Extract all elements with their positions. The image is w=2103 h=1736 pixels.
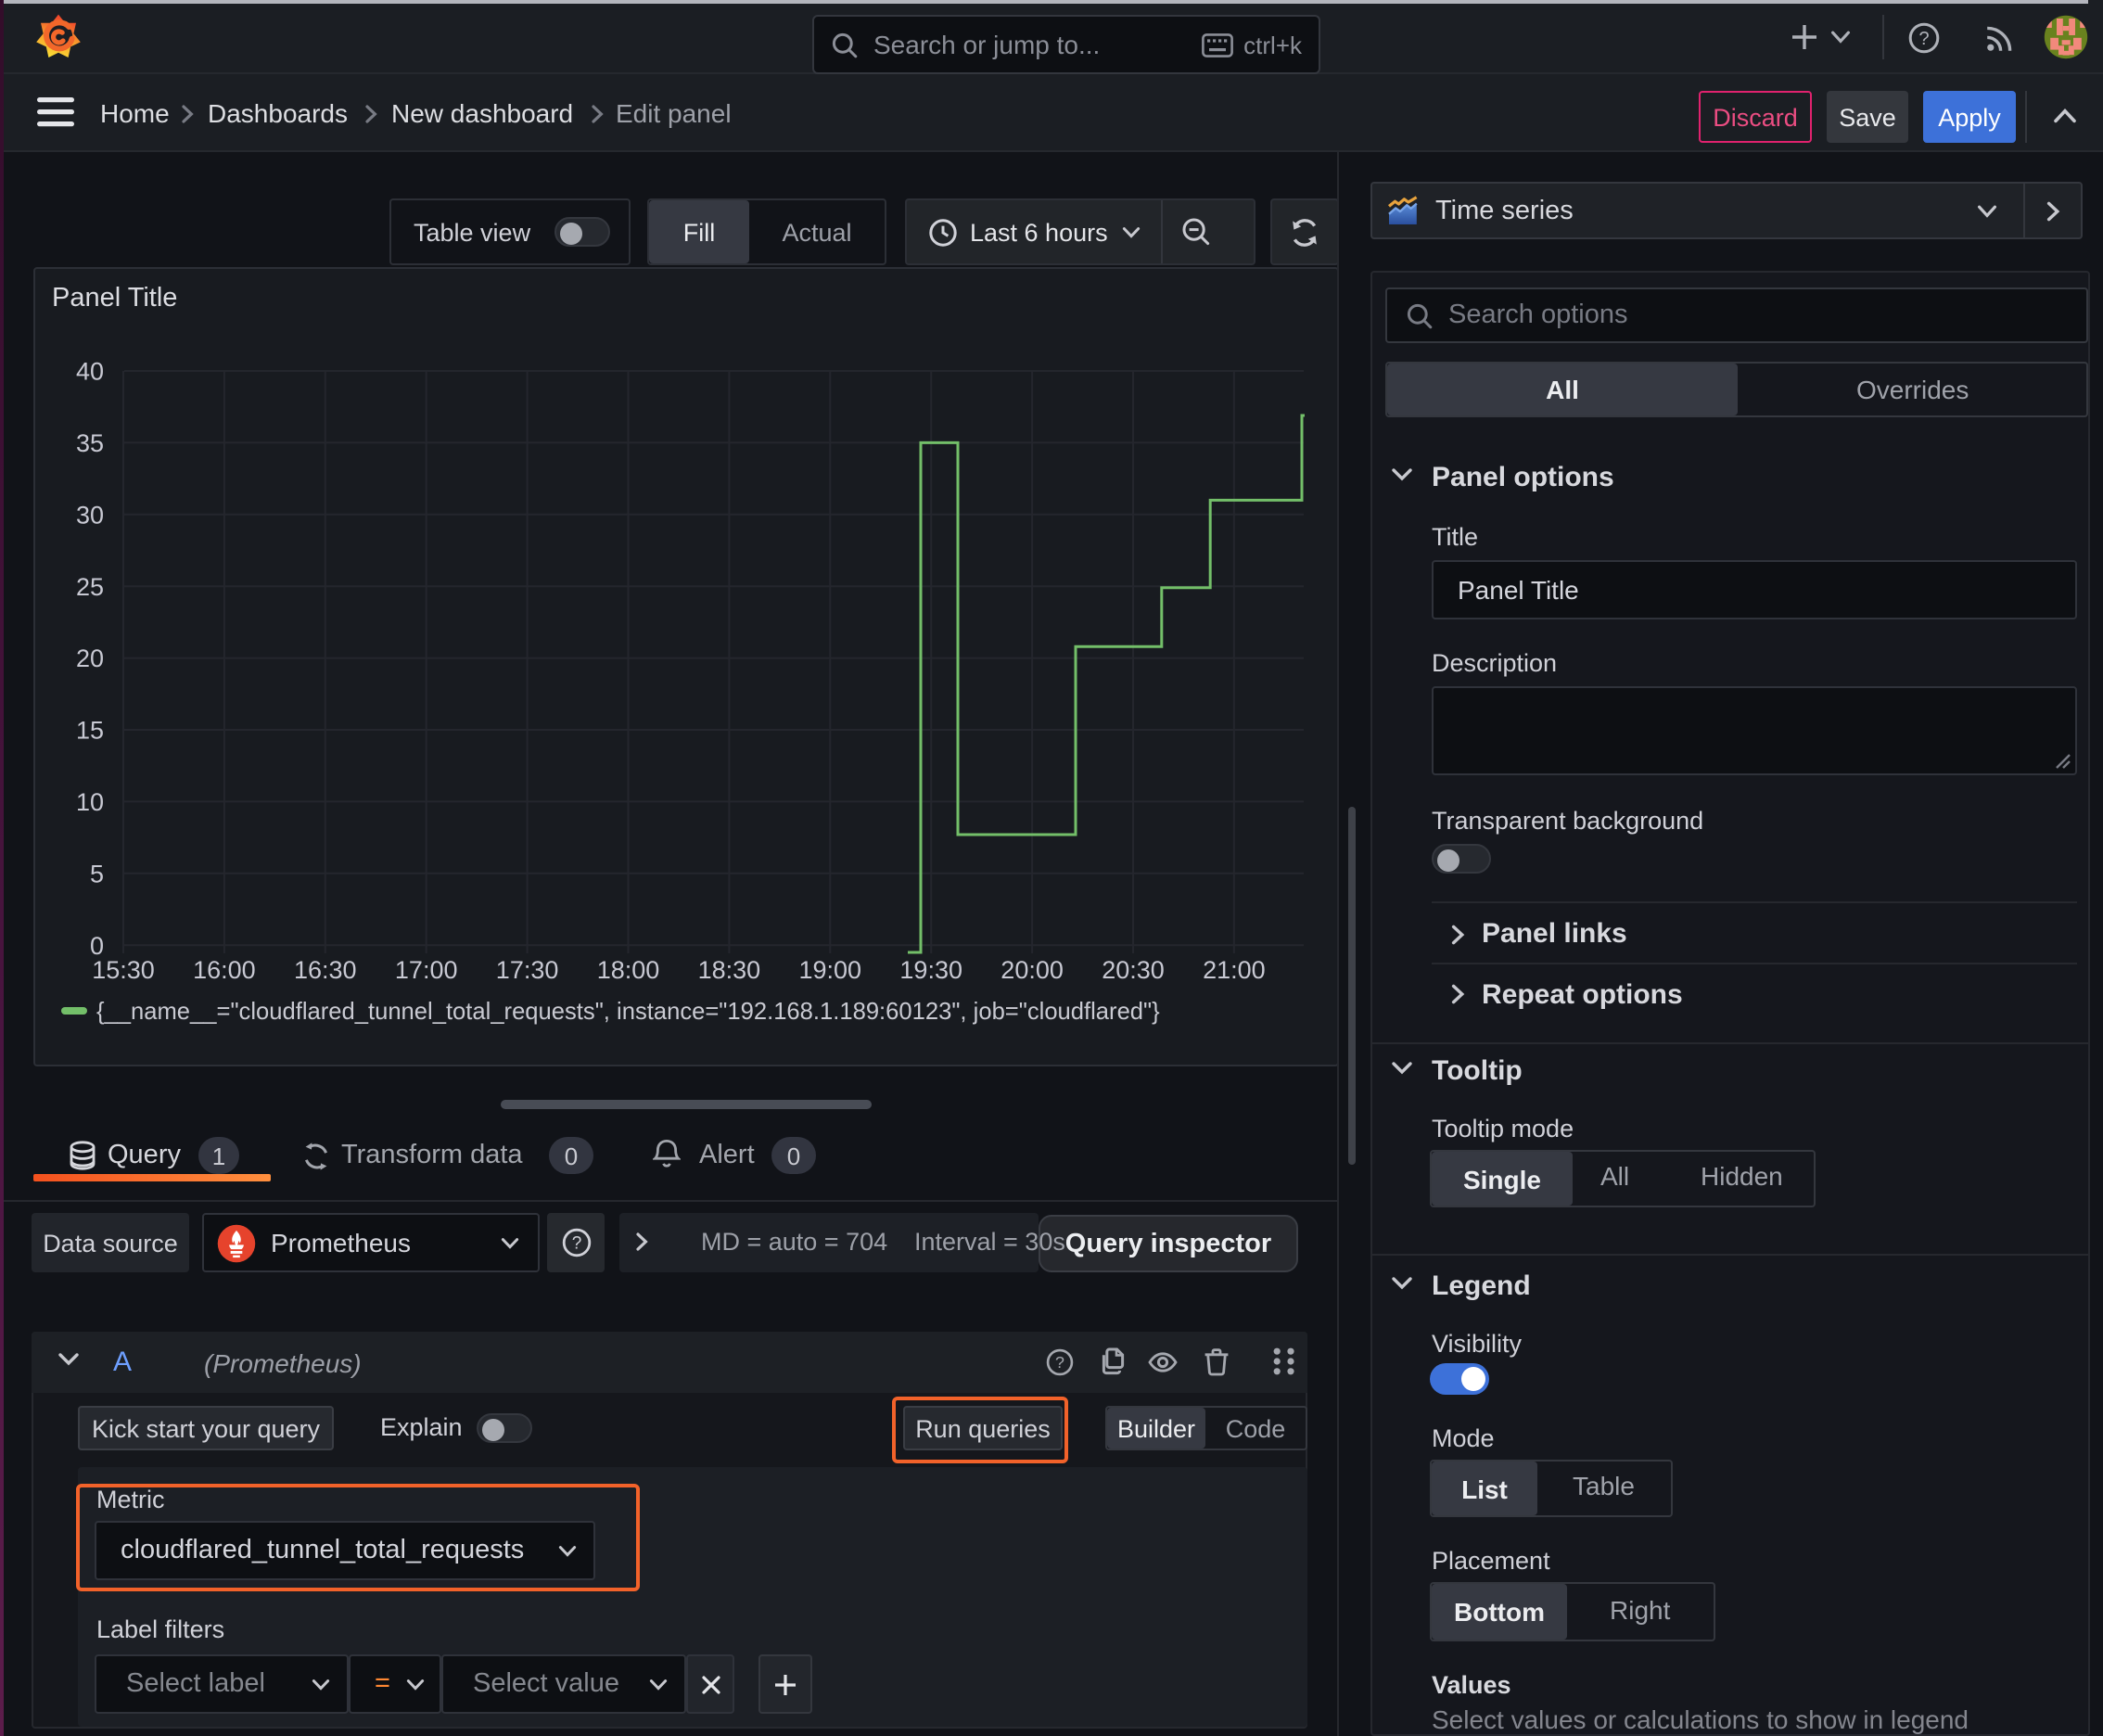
svg-text:?: ? xyxy=(571,1234,581,1254)
svg-text:35: 35 xyxy=(76,429,104,457)
svg-text:17:30: 17:30 xyxy=(496,956,559,984)
svg-text:20: 20 xyxy=(76,645,104,672)
svg-text:18:00: 18:00 xyxy=(597,956,660,984)
svg-text:19:00: 19:00 xyxy=(799,956,862,984)
svg-text:{__name__="cloudflared_tunnel_: {__name__="cloudflared_tunnel_total_requ… xyxy=(96,999,1160,1025)
svg-text:16:00: 16:00 xyxy=(193,956,256,984)
svg-text:20:30: 20:30 xyxy=(1102,956,1165,984)
svg-text:5: 5 xyxy=(90,860,104,887)
svg-text:16:30: 16:30 xyxy=(294,956,357,984)
svg-text:30: 30 xyxy=(76,501,104,529)
svg-text:19:30: 19:30 xyxy=(899,956,962,984)
svg-text:20:00: 20:00 xyxy=(1001,956,1064,984)
svg-text:17:00: 17:00 xyxy=(395,956,458,984)
svg-text:15: 15 xyxy=(76,717,104,745)
svg-text:15:30: 15:30 xyxy=(92,956,155,984)
svg-text:10: 10 xyxy=(76,788,104,816)
svg-text:?: ? xyxy=(1918,29,1929,49)
svg-text:25: 25 xyxy=(76,573,104,601)
svg-text:21:00: 21:00 xyxy=(1203,956,1266,984)
svg-text:?: ? xyxy=(1055,1353,1064,1372)
svg-text:40: 40 xyxy=(76,358,104,386)
svg-text:18:30: 18:30 xyxy=(698,956,761,984)
